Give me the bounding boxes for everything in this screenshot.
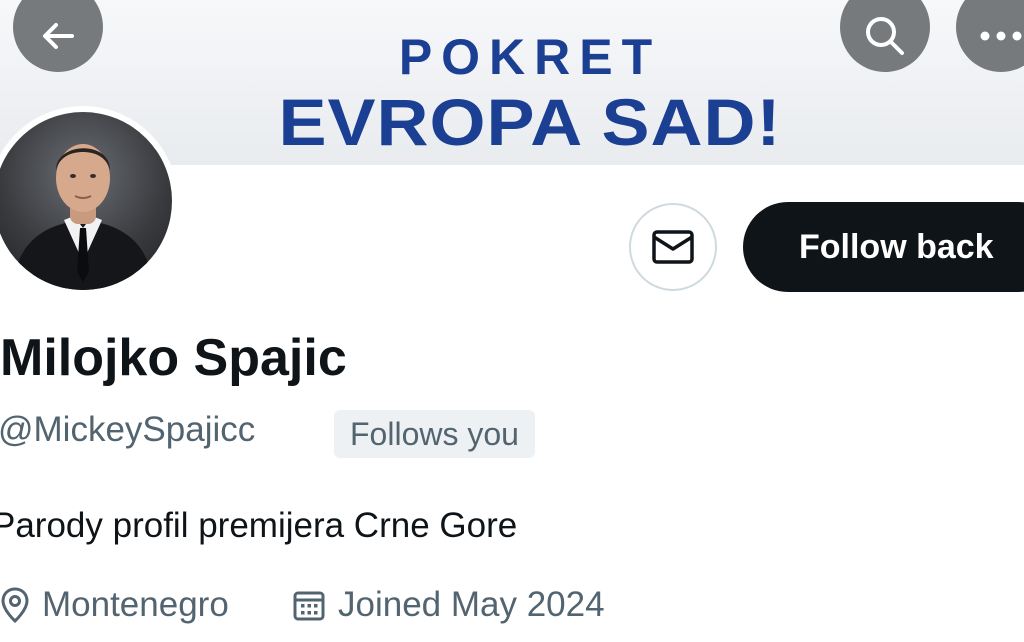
location-text: Montenegro (42, 585, 229, 624)
profile-bio: Parody profil premijera Crne Gore (0, 506, 518, 545)
user-handle: @MickeySpajicc (0, 410, 256, 449)
joined-date-text: Joined May 2024 (338, 585, 605, 624)
more-horizontal-icon (980, 31, 1022, 41)
envelope-icon (652, 230, 694, 264)
display-name: Milojko Spajic (0, 329, 347, 387)
follow-back-button[interactable]: Follow back (743, 202, 1024, 292)
follows-you-badge: Follows you (334, 410, 535, 458)
arrow-left-icon (43, 23, 74, 49)
calendar-icon (293, 591, 325, 621)
joined-item: Joined May 2024 (292, 585, 605, 625)
location-pin-icon (1, 587, 29, 624)
avatar[interactable] (0, 112, 172, 290)
location-item: Montenegro (0, 585, 229, 625)
search-icon (866, 17, 904, 55)
avatar-portrait-image (12, 144, 154, 290)
message-button[interactable] (629, 203, 717, 291)
profile-page: POKRET EVROPA SAD! Follow back Milojko S… (0, 0, 1024, 642)
